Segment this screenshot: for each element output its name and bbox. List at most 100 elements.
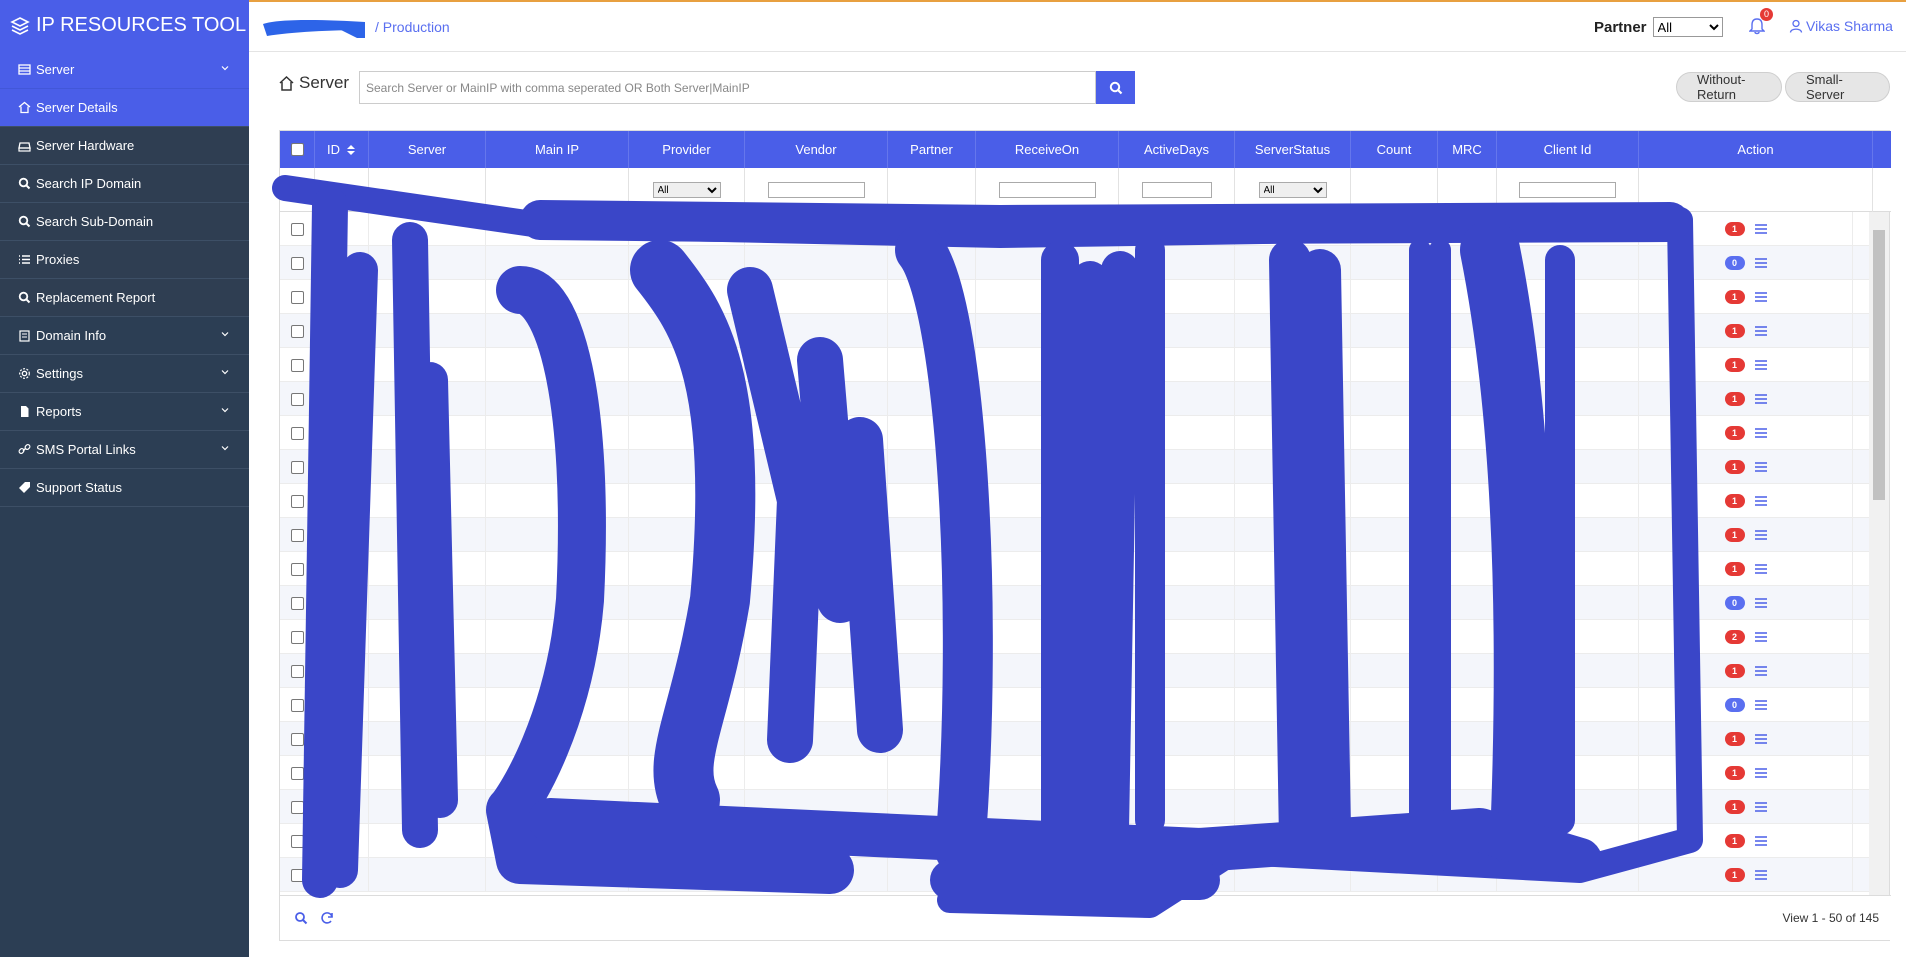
column-header-client-id[interactable]: Client Id	[1497, 131, 1639, 168]
count-badge[interactable]: 1	[1724, 868, 1745, 882]
filter-receiveon-input[interactable]	[998, 182, 1096, 198]
menu-icon[interactable]	[1754, 462, 1767, 472]
menu-icon[interactable]	[1754, 428, 1767, 438]
menu-icon[interactable]	[1754, 258, 1767, 268]
count-badge[interactable]: 1	[1724, 800, 1745, 814]
column-header-select-all[interactable]	[280, 131, 315, 168]
menu-icon[interactable]	[1754, 632, 1767, 642]
sidebar-item-proxies[interactable]: Proxies	[0, 241, 249, 279]
sort-icon[interactable]	[346, 144, 356, 156]
row-checkbox[interactable]	[290, 834, 304, 848]
table-row[interactable]: 0	[280, 586, 1871, 620]
refresh-icon[interactable]	[320, 911, 334, 925]
table-row[interactable]: 1	[280, 858, 1871, 892]
partner-select[interactable]: All	[1652, 17, 1723, 37]
row-checkbox[interactable]	[290, 494, 304, 508]
column-header-main-ip[interactable]: Main IP	[486, 131, 629, 168]
menu-icon[interactable]	[1754, 870, 1767, 880]
row-checkbox[interactable]	[290, 426, 304, 440]
select-all-checkbox[interactable]	[290, 143, 304, 156]
sidebar-item-settings[interactable]: Settings	[0, 355, 249, 393]
count-badge[interactable]: 1	[1724, 562, 1745, 576]
menu-icon[interactable]	[1754, 360, 1767, 370]
row-checkbox[interactable]	[290, 766, 304, 780]
menu-icon[interactable]	[1754, 700, 1767, 710]
row-checkbox[interactable]	[290, 698, 304, 712]
menu-icon[interactable]	[1754, 496, 1767, 506]
table-row[interactable]: 1	[280, 450, 1871, 484]
search-icon[interactable]	[294, 911, 308, 925]
menu-icon[interactable]	[1754, 836, 1767, 846]
table-row[interactable]: 0	[280, 246, 1871, 280]
filter-activedays-input[interactable]	[1141, 182, 1212, 198]
menu-icon[interactable]	[1754, 768, 1767, 778]
sidebar-item-replacement-report[interactable]: Replacement Report	[0, 279, 249, 317]
table-row[interactable]: 1	[280, 484, 1871, 518]
sidebar-item-server[interactable]: Server	[0, 51, 249, 89]
table-row[interactable]: 1	[280, 824, 1871, 858]
sidebar-item-search-ip-domain[interactable]: Search IP Domain	[0, 165, 249, 203]
table-row[interactable]: 1	[280, 382, 1871, 416]
small-server-toggle[interactable]: Small-Server	[1785, 72, 1890, 102]
filter-serverstatus-select[interactable]: All	[1258, 182, 1327, 198]
table-row[interactable]: 1	[280, 756, 1871, 790]
menu-icon[interactable]	[1754, 224, 1767, 234]
row-checkbox[interactable]	[290, 732, 304, 746]
column-header-action[interactable]: Action	[1639, 131, 1873, 168]
row-checkbox[interactable]	[290, 324, 304, 338]
row-checkbox[interactable]	[290, 222, 304, 236]
menu-icon[interactable]	[1754, 802, 1767, 812]
row-checkbox[interactable]	[290, 562, 304, 576]
sidebar-item-domain-info[interactable]: Domain Info	[0, 317, 249, 355]
menu-icon[interactable]	[1754, 564, 1767, 574]
count-badge[interactable]: 1	[1724, 766, 1745, 780]
menu-icon[interactable]	[1754, 530, 1767, 540]
column-header-id[interactable]: ID	[315, 131, 369, 168]
user-menu[interactable]: Vikas Sharma	[1789, 18, 1893, 34]
sidebar-item-search-sub-domain[interactable]: Search Sub-Domain	[0, 203, 249, 241]
count-badge[interactable]: 1	[1724, 426, 1745, 440]
table-row[interactable]: 2	[280, 620, 1871, 654]
table-row[interactable]: 1	[280, 348, 1871, 382]
table-row[interactable]: 1	[280, 212, 1871, 246]
table-row[interactable]: 1	[280, 518, 1871, 552]
count-badge[interactable]: 1	[1724, 324, 1745, 338]
column-header-receiveon[interactable]: ReceiveOn	[976, 131, 1119, 168]
count-badge[interactable]: 0	[1724, 698, 1745, 712]
filter-client-id-input[interactable]	[1519, 182, 1616, 198]
filter-vendor-input[interactable]	[767, 182, 865, 198]
count-badge[interactable]: 0	[1724, 596, 1745, 610]
menu-icon[interactable]	[1754, 598, 1767, 608]
without-return-toggle[interactable]: Without-Return	[1676, 72, 1782, 102]
sidebar-item-support-status[interactable]: Support Status	[0, 469, 249, 507]
column-header-partner[interactable]: Partner	[888, 131, 976, 168]
row-checkbox[interactable]	[290, 800, 304, 814]
table-row[interactable]: 1	[280, 416, 1871, 450]
table-row[interactable]: 1	[280, 552, 1871, 586]
table-row[interactable]: 1	[280, 722, 1871, 756]
filter-provider-select[interactable]: All	[652, 182, 721, 198]
count-badge[interactable]: 1	[1724, 358, 1745, 372]
row-checkbox[interactable]	[290, 868, 304, 882]
table-row[interactable]: 1	[280, 790, 1871, 824]
row-checkbox[interactable]	[290, 392, 304, 406]
sidebar-item-server-details[interactable]: Server Details	[0, 89, 249, 127]
column-header-provider[interactable]: Provider	[629, 131, 745, 168]
row-checkbox[interactable]	[290, 290, 304, 304]
menu-icon[interactable]	[1754, 666, 1767, 676]
row-checkbox[interactable]	[290, 630, 304, 644]
count-badge[interactable]: 2	[1724, 630, 1745, 644]
row-checkbox[interactable]	[290, 528, 304, 542]
count-badge[interactable]: 1	[1724, 528, 1745, 542]
breadcrumb-current[interactable]: / Production	[375, 19, 450, 35]
count-badge[interactable]: 1	[1724, 290, 1745, 304]
row-checkbox[interactable]	[290, 256, 304, 270]
count-badge[interactable]: 1	[1724, 460, 1745, 474]
row-checkbox[interactable]	[290, 460, 304, 474]
table-row[interactable]: 0	[280, 688, 1871, 722]
column-header-serverstatus[interactable]: ServerStatus	[1235, 131, 1351, 168]
table-row[interactable]: 1	[280, 654, 1871, 688]
row-checkbox[interactable]	[290, 596, 304, 610]
row-checkbox[interactable]	[290, 358, 304, 372]
column-header-activedays[interactable]: ActiveDays	[1119, 131, 1235, 168]
